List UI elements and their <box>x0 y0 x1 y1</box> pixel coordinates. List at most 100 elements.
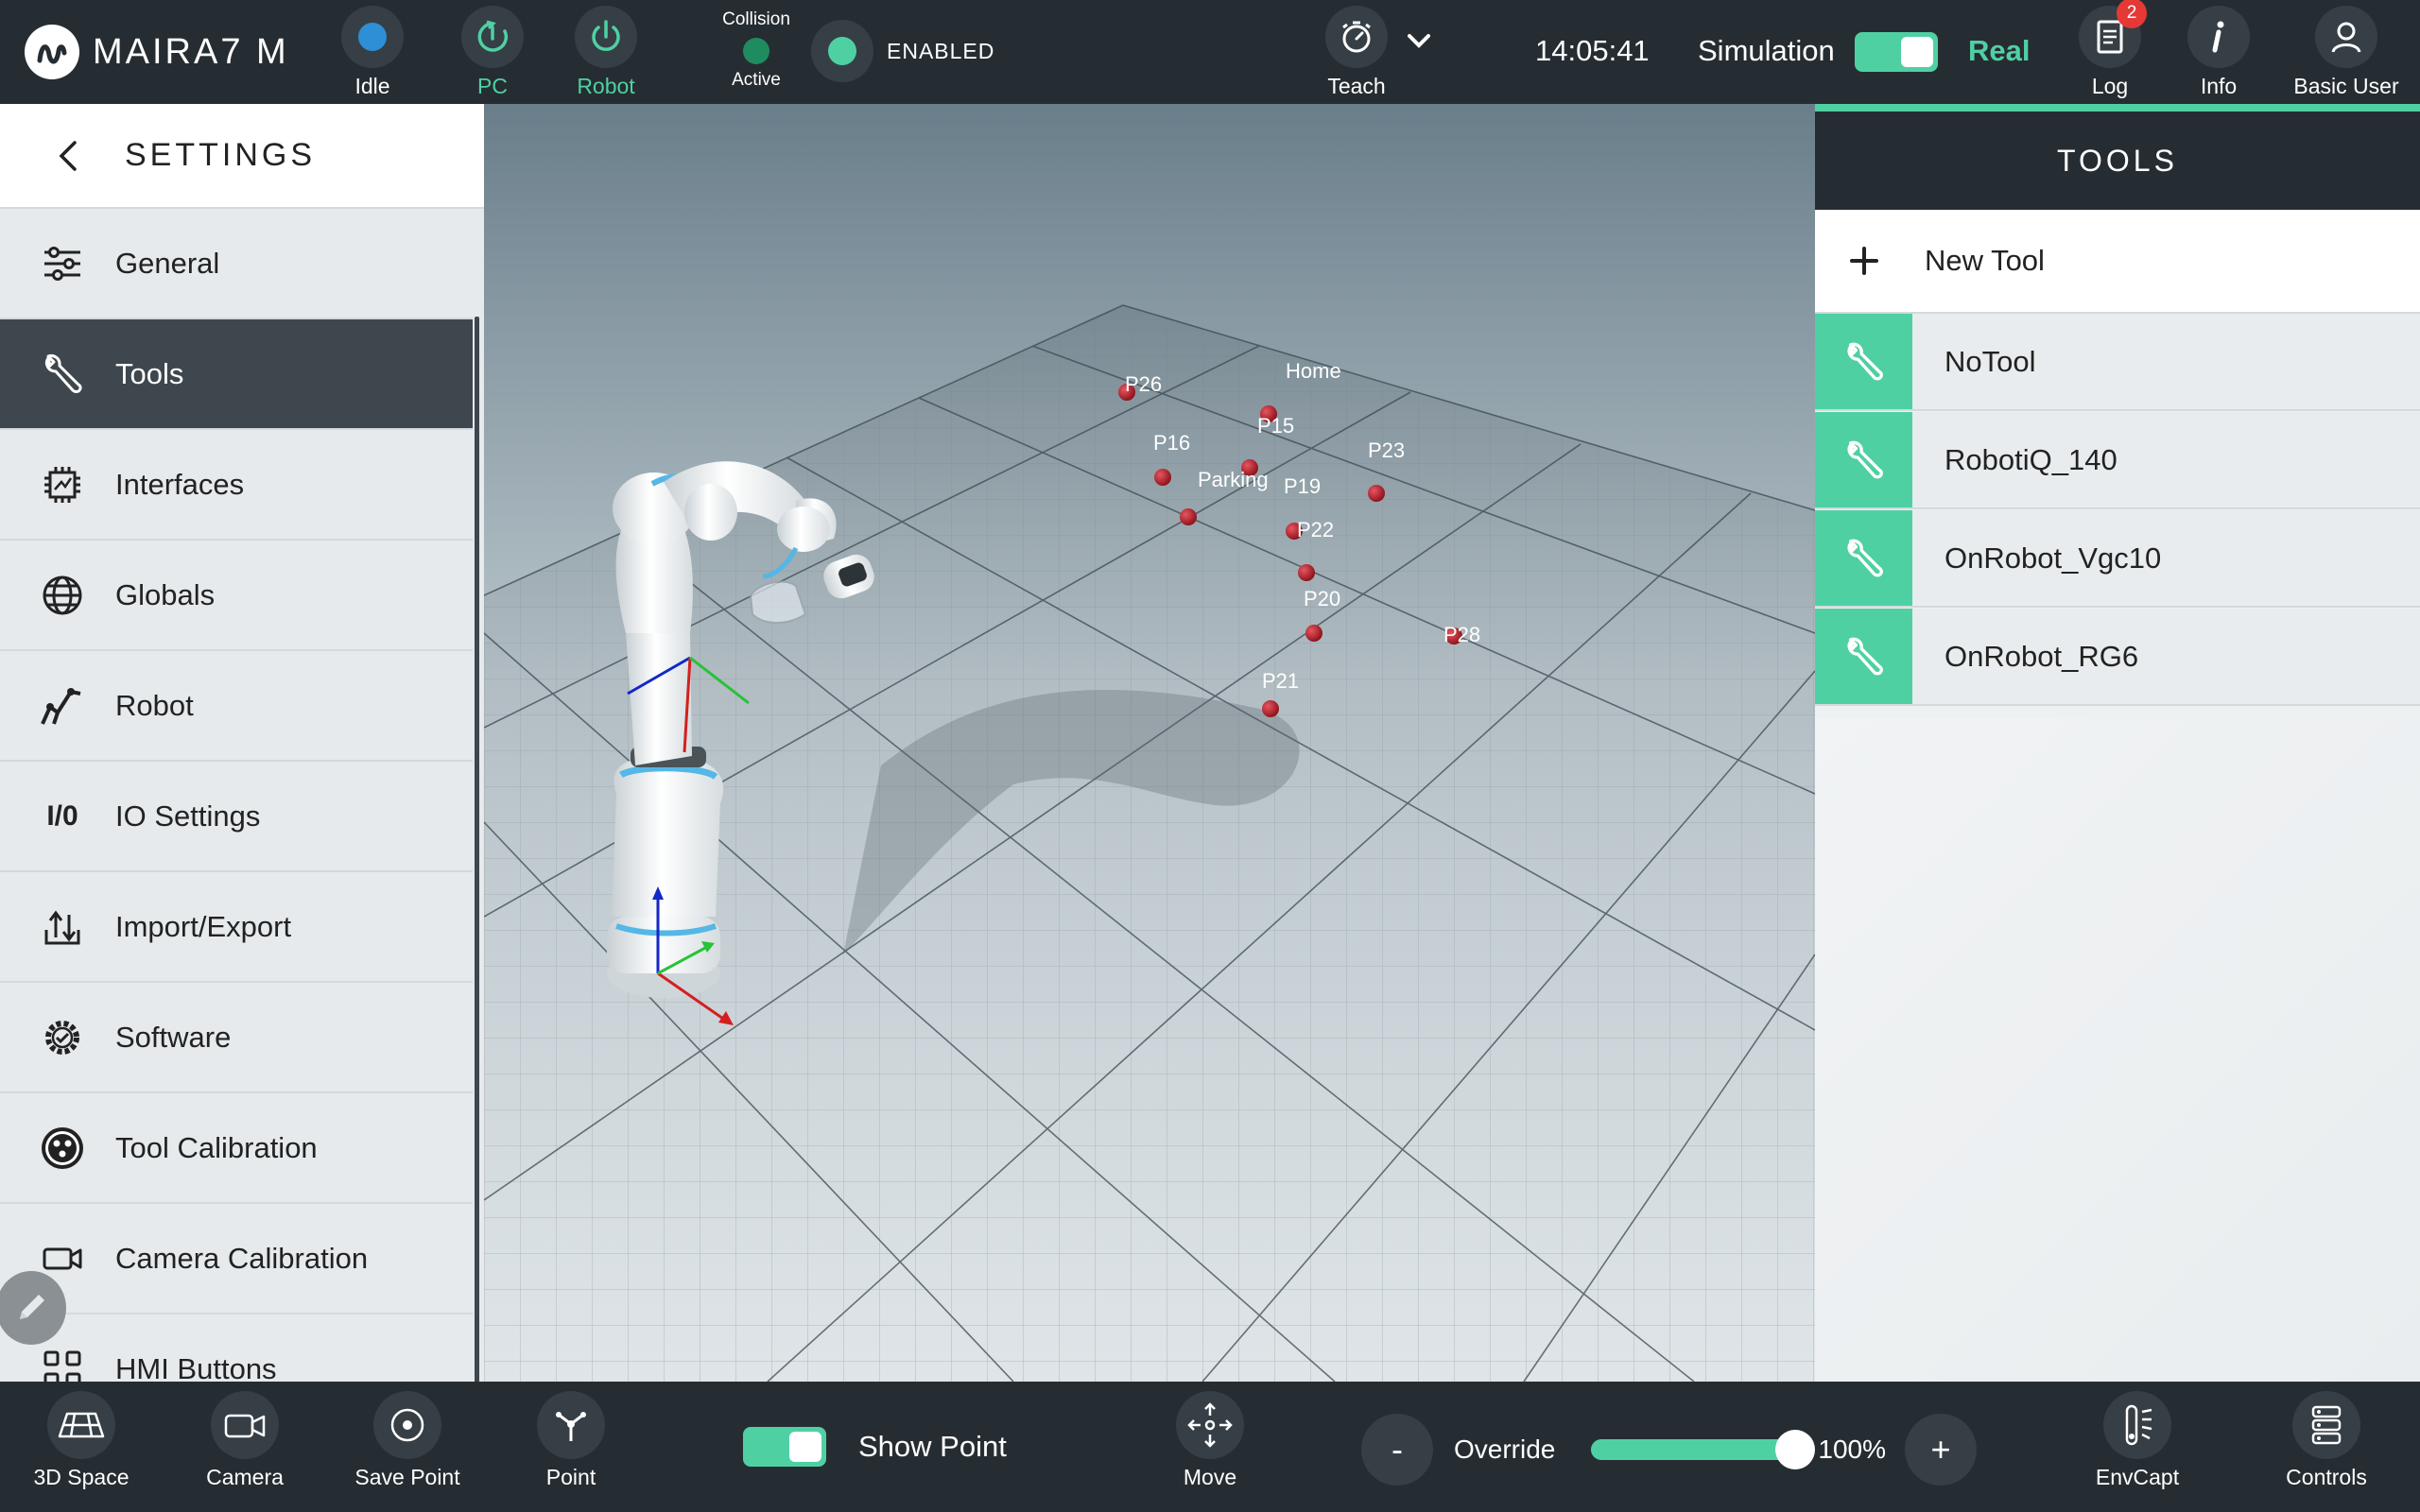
enable-button[interactable]: ENABLED <box>811 20 994 82</box>
sidebar-item-globals[interactable]: Globals <box>0 541 473 651</box>
target-icon <box>390 1408 424 1442</box>
wrench-icon <box>36 348 89 401</box>
tool-row-notool[interactable]: NoTool <box>1815 314 2420 411</box>
controls-button[interactable]: Controls <box>2256 1391 2397 1490</box>
3d-space-button[interactable]: 3D Space <box>10 1391 152 1490</box>
waypoint-marker[interactable] <box>1180 508 1197 525</box>
waypoint-marker[interactable] <box>1262 700 1279 717</box>
sidebar-scrollbar[interactable] <box>475 317 479 1382</box>
info-button[interactable]: Info <box>2167 6 2271 99</box>
enabled-status-dot <box>828 37 856 65</box>
pc-label: PC <box>477 74 508 98</box>
simulation-real-toggle[interactable] <box>1855 32 1938 72</box>
tool-name: RobotiQ_140 <box>1945 442 2118 476</box>
3d-grid-icon <box>58 1412 105 1438</box>
globe-icon <box>36 569 89 622</box>
settings-header: SETTINGS <box>0 104 484 209</box>
save-point-label: Save Point <box>354 1465 460 1489</box>
sidebar-item-label: Camera Calibration <box>115 1241 369 1275</box>
waypoint-icon <box>556 1412 586 1441</box>
move-arrows-icon <box>1187 1402 1233 1448</box>
override-label: Override <box>1454 1435 1556 1464</box>
override-slider[interactable] <box>1591 1430 1816 1469</box>
back-button[interactable] <box>30 104 106 207</box>
grid-icon <box>36 1343 89 1382</box>
settings-sidebar: SETTINGS General Tools Interfaces Global… <box>0 104 484 1382</box>
sidebar-item-interfaces[interactable]: Interfaces <box>0 430 473 541</box>
sidebar-item-software[interactable]: Software <box>0 983 473 1093</box>
info-icon <box>2212 21 2224 53</box>
sidebar-item-label: Interfaces <box>115 467 245 501</box>
info-label: Info <box>2200 74 2238 98</box>
wrench-icon <box>1815 510 1912 606</box>
waypoint-label: P22 <box>1297 518 1334 541</box>
top-bar: MAIRA7 M Idle PC Robot Collision Active … <box>0 0 2420 104</box>
save-point-button[interactable]: Save Point <box>337 1391 478 1490</box>
show-point-toggle[interactable] <box>743 1427 826 1467</box>
point-button[interactable]: Point <box>500 1391 642 1490</box>
real-label: Real <box>1968 34 2031 67</box>
tools-accent-bar <box>1815 104 2420 112</box>
camera-label: Camera <box>206 1465 284 1489</box>
tool-row-onrobot-rg6[interactable]: OnRobot_RG6 <box>1815 609 2420 706</box>
camera-button[interactable]: Camera <box>174 1391 316 1490</box>
pc-restart-icon <box>477 20 509 52</box>
tools-empty-area <box>1815 718 2420 1382</box>
waypoint-label: P20 <box>1304 587 1340 610</box>
plus-icon <box>1815 245 1913 277</box>
sidebar-item-hmi-buttons[interactable]: HMI Buttons <box>0 1314 473 1382</box>
tool-name: NoTool <box>1945 344 2036 378</box>
waypoint-marker[interactable] <box>1305 625 1322 642</box>
sidebar-item-robot[interactable]: Robot <box>0 651 473 762</box>
pc-power-button[interactable]: PC <box>441 6 544 99</box>
robot-arm-icon <box>36 679 89 732</box>
sidebar-item-import-export[interactable]: Import/Export <box>0 872 473 983</box>
chevron-down-icon[interactable] <box>1403 25 1435 61</box>
override-slider-fill <box>1591 1439 1800 1460</box>
collision-title: Collision <box>722 9 790 29</box>
simulation-label: Simulation <box>1698 34 1835 67</box>
tool-name: OnRobot_RG6 <box>1945 639 2139 673</box>
user-icon <box>2331 22 2361 53</box>
waypoint-label: Parking <box>1198 468 1269 491</box>
waypoint-marker[interactable] <box>1368 485 1385 502</box>
move-button[interactable]: Move <box>1139 1391 1281 1490</box>
software-gear-icon <box>36 1011 89 1064</box>
collision-status: Collision Active <box>690 9 822 91</box>
robot-power-button[interactable]: Robot <box>554 6 658 99</box>
tool-row-robotiq-140[interactable]: RobotiQ_140 <box>1815 412 2420 509</box>
waypoint-marker[interactable] <box>1154 469 1171 486</box>
sidebar-item-tools[interactable]: Tools <box>0 319 473 430</box>
tools-panel: TOOLS New Tool NoTool RobotiQ_140 OnRobo… <box>1815 104 2420 1382</box>
override-slider-thumb[interactable] <box>1775 1430 1816 1469</box>
show-point-control: Show Point <box>743 1427 1007 1467</box>
new-tool-button[interactable]: New Tool <box>1815 210 2420 314</box>
waypoint-label: Home <box>1286 359 1341 383</box>
3d-viewport[interactable]: P26 Home P15 P16 Parking P23 P19 P22 P20 P28 P21 <box>484 104 1815 1382</box>
idle-status-button[interactable]: Idle <box>320 6 424 99</box>
envcapt-button[interactable]: EnvCapt <box>2066 1391 2208 1490</box>
io-icon: I/0 <box>46 799 78 832</box>
log-badge: 2 <box>2117 0 2147 28</box>
override-decrease-button[interactable]: - <box>1361 1414 1433 1486</box>
override-value: 100% <box>1818 1435 1886 1464</box>
envcapt-label: EnvCapt <box>2095 1465 2180 1489</box>
override-increase-button[interactable]: + <box>1905 1414 1977 1486</box>
idle-label: Idle <box>354 74 390 98</box>
sidebar-item-tool-calibration[interactable]: Tool Calibration <box>0 1093 473 1204</box>
log-button[interactable]: 2 Log <box>2058 0 2162 99</box>
app-logo: MAIRA7 M <box>25 25 289 79</box>
sidebar-item-label: Import/Export <box>115 909 292 943</box>
waypoint-marker[interactable] <box>1298 564 1315 581</box>
user-button[interactable]: Basic User <box>2293 6 2399 99</box>
sidebar-item-label: Tool Calibration <box>115 1130 318 1164</box>
enabled-label: ENABLED <box>887 38 995 63</box>
tool-row-onrobot-vgc10[interactable]: OnRobot_Vgc10 <box>1815 510 2420 608</box>
sidebar-item-io-settings[interactable]: I/0 IO Settings <box>0 762 473 872</box>
wrench-icon <box>1815 609 1912 704</box>
import-export-icon <box>36 901 89 954</box>
teach-mode-button[interactable]: Teach <box>1319 6 1394 99</box>
sidebar-item-camera-calibration[interactable]: Camera Calibration <box>0 1204 473 1314</box>
sidebar-item-general[interactable]: General <box>0 209 473 319</box>
waypoint-label: P23 <box>1368 438 1405 462</box>
